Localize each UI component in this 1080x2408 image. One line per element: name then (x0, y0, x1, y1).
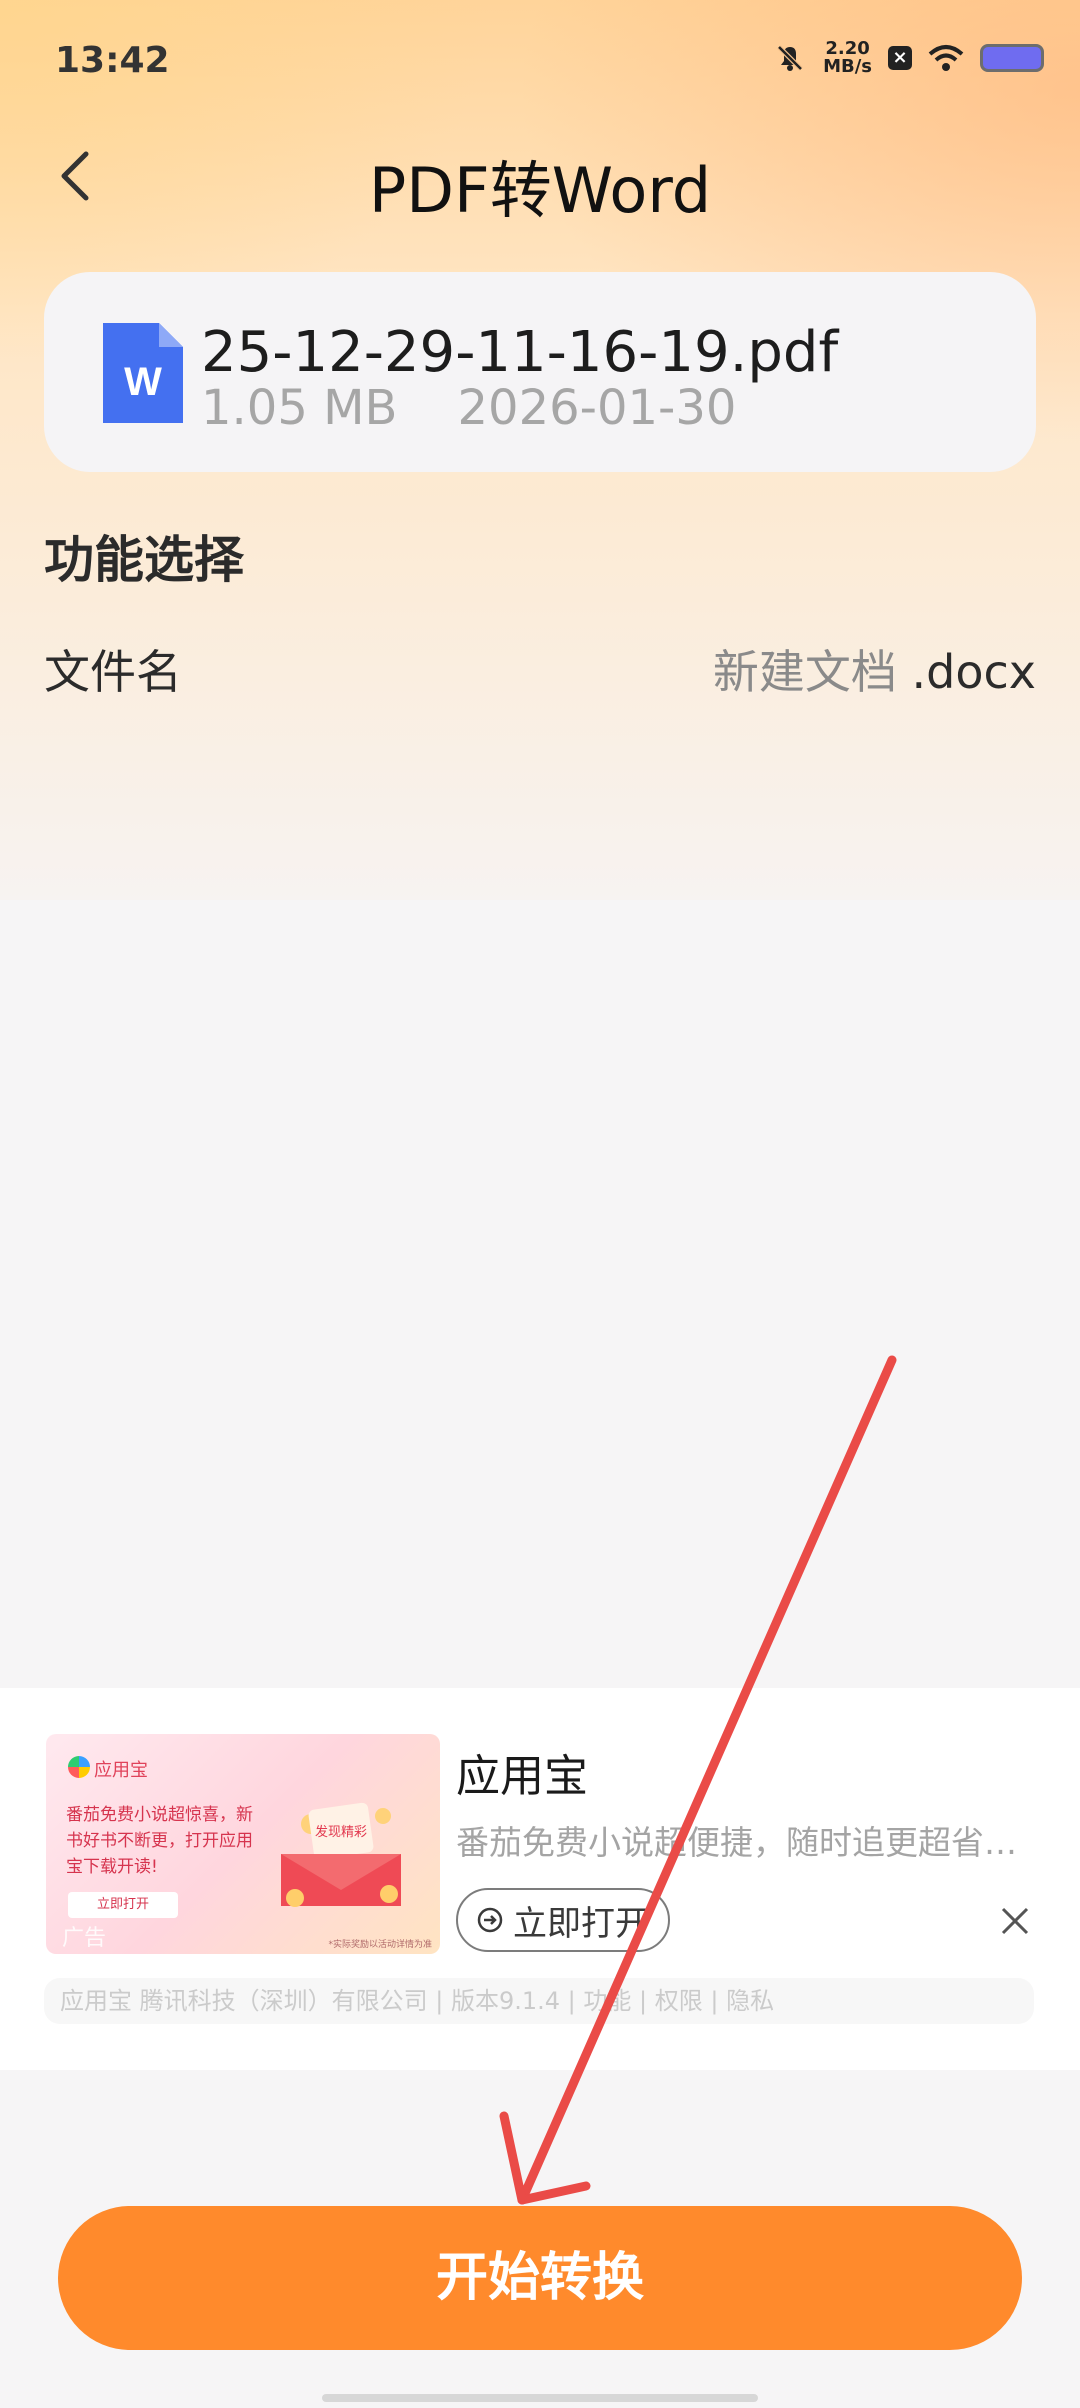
status-icons: 2.20 MB/s × (773, 40, 1044, 76)
ad-tag: 广告 (62, 1926, 107, 1951)
battery-icon (980, 44, 1044, 72)
file-card[interactable]: W 25-12-29-11-16-19.pdf 1.05 MB 2026-01-3… (44, 272, 1036, 472)
envelope-text: 发现精彩 (315, 1824, 367, 1840)
start-convert-button[interactable]: 开始转换 (58, 2206, 1022, 2350)
ad-title: 应用宝 (456, 1751, 588, 1802)
network-speed: 2.20 MB/s (823, 40, 872, 76)
home-indicator[interactable] (322, 2394, 758, 2402)
ad-open-button[interactable]: 立即打开 (456, 1888, 670, 1952)
file-date: 2026-01-30 (457, 380, 737, 436)
ad-image-brand: 应用宝 (94, 1760, 148, 1781)
ad-footer: 应用宝 腾讯科技（深圳）有限公司 | 版本9.1.4 | 功能 | 权限 | 隐… (44, 1978, 1034, 2024)
ad-banner[interactable]: 应用宝 番茄免费小说超惊喜，新书好书不断更，打开应用宝下载开读! 立即打开 发现… (0, 1688, 1080, 2070)
word-file-icon: W (103, 323, 183, 423)
close-icon[interactable] (1000, 1906, 1030, 1936)
ad-image-footnote: *实际奖励以活动详情为准 (328, 1940, 432, 1950)
ad-description: 番茄免费小说超便捷，随时追更超省… (456, 1823, 1017, 1862)
notification-x-icon: × (888, 46, 912, 70)
open-arrow-icon (477, 1907, 503, 1933)
red-envelope-icon: 发现精彩 (281, 1802, 401, 1907)
file-name: 25-12-29-11-16-19.pdf (201, 320, 839, 385)
ad-image-button: 立即打开 (68, 1892, 178, 1918)
filename-value-text: 新建文档 (712, 645, 897, 699)
ad-open-label: 立即打开 (513, 1903, 649, 1944)
filename-value[interactable]: 新建文档 .docx (713, 636, 1036, 702)
app-store-logo-icon (68, 1756, 90, 1778)
status-time: 13:42 (55, 40, 170, 81)
wifi-icon (928, 45, 964, 71)
page-title: PDF转Word (368, 154, 712, 227)
filename-label: 文件名 (44, 645, 182, 699)
network-speed-unit: MB/s (823, 56, 872, 77)
filename-extension: .docx (896, 645, 1037, 699)
ad-image-text: 番茄免费小说超惊喜，新书好书不断更，打开应用宝下载开读! (66, 1805, 253, 1877)
section-title: 功能选择 (44, 531, 244, 589)
mute-bell-icon (777, 45, 803, 71)
file-size: 1.05 MB (201, 380, 398, 436)
word-icon-letter: W (124, 360, 162, 404)
file-meta: 1.05 MB 2026-01-30 (201, 380, 796, 436)
ad-image[interactable]: 应用宝 番茄免费小说超惊喜，新书好书不断更，打开应用宝下载开读! 立即打开 发现… (46, 1734, 440, 1954)
status-bar: 13:42 2.20 MB/s × (0, 0, 1080, 120)
